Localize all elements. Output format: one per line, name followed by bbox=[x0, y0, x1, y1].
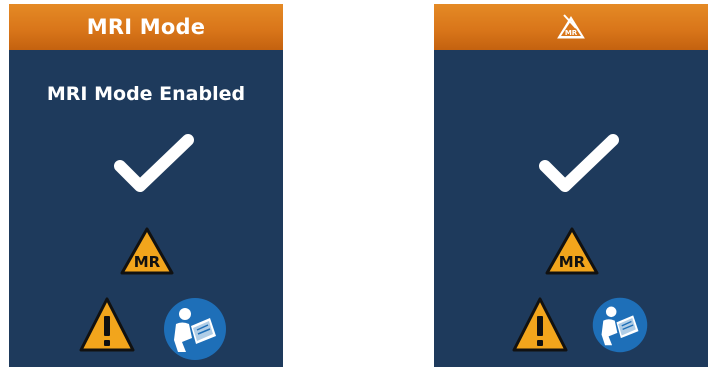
mr-conditional-icon: MR bbox=[120, 227, 174, 275]
mr-mode-header-icon: MR bbox=[557, 14, 585, 39]
mri-mode-enabled-label: MRI Mode Enabled bbox=[46, 83, 246, 105]
caution-icon bbox=[512, 297, 568, 352]
checkmark-icon bbox=[539, 134, 619, 192]
mr-label: MR bbox=[134, 253, 161, 271]
checkmark-icon bbox=[114, 134, 194, 192]
consult-manual-icon bbox=[592, 297, 648, 353]
mri-mode-screen-right: MR MR bbox=[434, 4, 708, 367]
screen-header: MR bbox=[434, 4, 708, 50]
header-title: MRI Mode bbox=[86, 15, 206, 39]
header-mr-label: MR bbox=[565, 29, 578, 37]
mri-mode-screen-left: MRI Mode MRI Mode Enabled MR bbox=[9, 4, 283, 367]
mr-conditional-icon: MR bbox=[545, 227, 599, 275]
caution-icon bbox=[79, 297, 135, 352]
consult-manual-icon bbox=[164, 298, 226, 360]
mr-label: MR bbox=[559, 253, 586, 271]
screen-header: MRI Mode bbox=[9, 4, 283, 50]
